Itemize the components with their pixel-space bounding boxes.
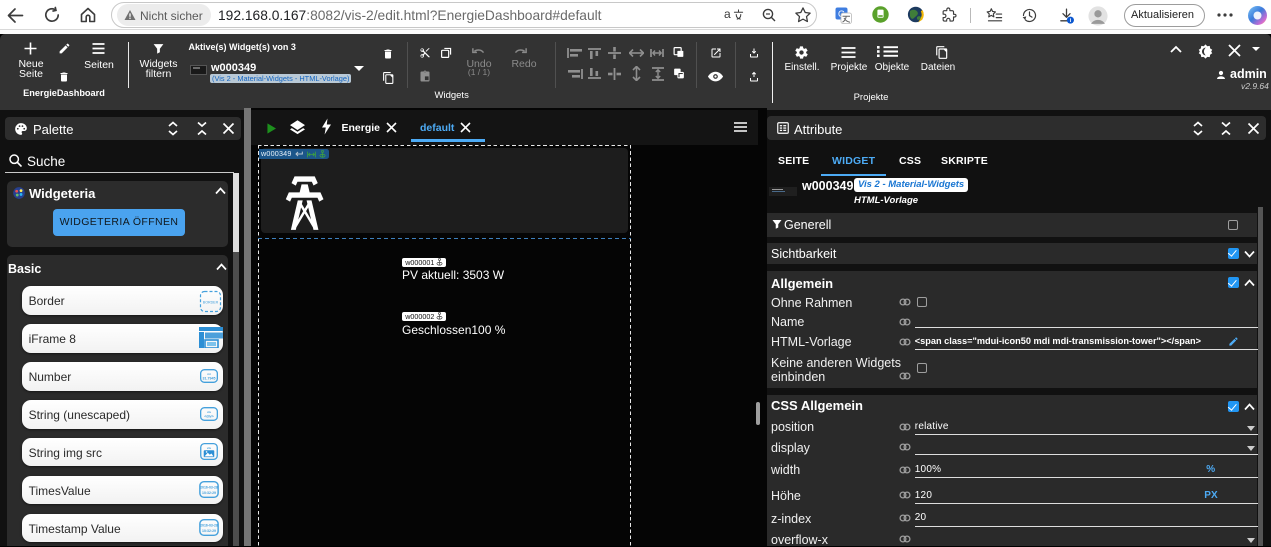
svg-text:2016-03-28: 2016-03-28 (200, 486, 218, 490)
svg-text:10:32:29: 10:32:29 (202, 529, 216, 533)
svg-text:vis: vis (206, 446, 211, 450)
svg-text:BORDER: BORDER (202, 301, 218, 305)
svg-text:<div>: <div> (204, 414, 213, 418)
svg-text:vis: vis (207, 409, 211, 413)
svg-text:31.7945: 31.7945 (202, 376, 215, 380)
svg-text:2016-03-28: 2016-03-28 (200, 524, 218, 528)
svg-text:10:32:29: 10:32:29 (202, 491, 216, 495)
svg-text:mi: mi (207, 371, 211, 375)
